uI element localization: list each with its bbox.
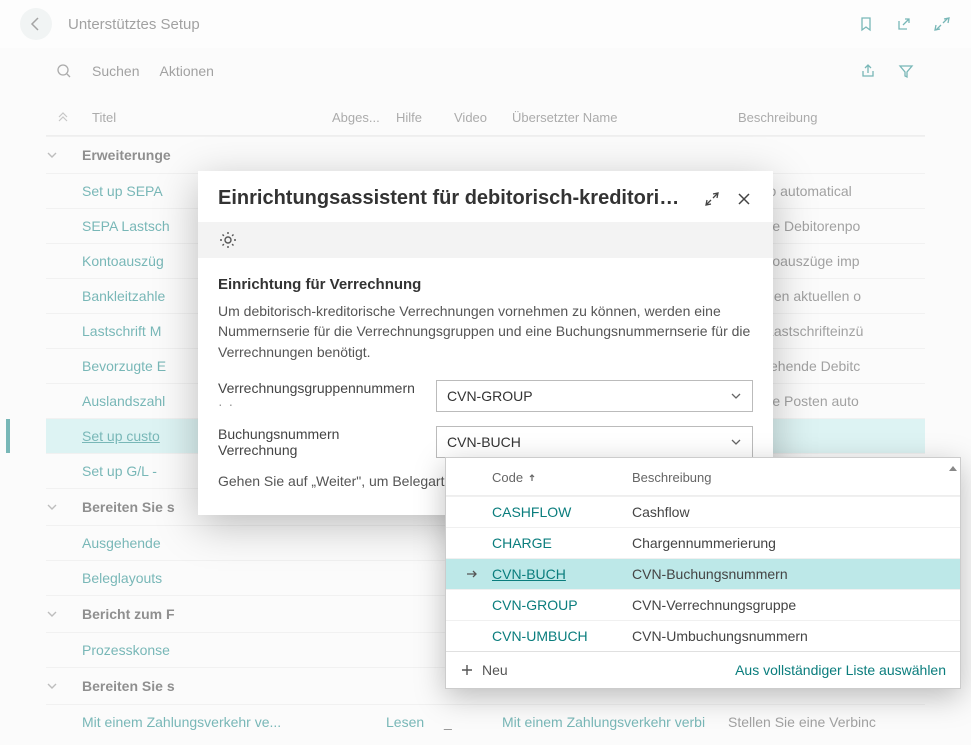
- modal-title: Einrichtungsassistent für debitorisch-kr…: [218, 187, 689, 210]
- col-title[interactable]: Titel: [92, 110, 332, 125]
- group-numbers-select[interactable]: CVN-GROUP: [436, 380, 753, 412]
- option-code: CASHFLOW: [492, 504, 632, 520]
- new-button[interactable]: Neu: [460, 662, 508, 678]
- plus-icon: [460, 663, 474, 677]
- section-description: Um debitorisch-kreditorische Verrechnung…: [218, 301, 753, 362]
- row-title-link[interactable]: Beleglayouts: [82, 570, 322, 586]
- option-code: CVN-UMBUCH: [492, 628, 632, 644]
- expand-icon[interactable]: [933, 15, 951, 33]
- row-title-link[interactable]: Prozesskonse: [82, 642, 322, 658]
- popout-icon[interactable]: [895, 15, 913, 33]
- dropdown-option[interactable]: CVN-BUCHCVN-Buchungsnummern: [446, 558, 960, 589]
- dropdown-col-desc[interactable]: Beschreibung: [632, 470, 946, 485]
- group-row[interactable]: Erweiterunge: [46, 136, 925, 173]
- option-desc: CVN-Umbuchungsnummern: [632, 628, 808, 644]
- share-icon[interactable]: [859, 62, 877, 80]
- number-series-dropdown: Code Beschreibung CASHFLOWCashflowCHARGE…: [445, 457, 961, 689]
- col-description[interactable]: Beschreibung: [738, 110, 915, 125]
- option-desc: Chargennummerierung: [632, 535, 776, 551]
- posting-numbers-value: CVN-BUCH: [447, 434, 521, 450]
- col-help[interactable]: Hilfe: [396, 110, 454, 125]
- close-icon[interactable]: [735, 190, 753, 208]
- search-label[interactable]: Suchen: [92, 63, 139, 79]
- toolbar: Suchen Aktionen: [0, 48, 971, 94]
- sort-asc-icon: [527, 473, 537, 483]
- posting-numbers-select[interactable]: CVN-BUCH: [436, 426, 753, 458]
- dropdown-option[interactable]: CVN-GROUPCVN-Verrechnungsgruppe: [446, 589, 960, 620]
- chevron-down-icon: [730, 390, 742, 402]
- option-desc: CVN-Verrechnungsgruppe: [632, 597, 796, 613]
- option-code: CVN-BUCH: [492, 566, 632, 582]
- row-title-link[interactable]: Ausgehende: [82, 535, 322, 551]
- col-translated[interactable]: Übersetzter Name: [512, 110, 738, 125]
- gear-icon[interactable]: [218, 230, 753, 250]
- row-title-link[interactable]: Mit einem Zahlungsverkehr ve...: [82, 714, 322, 730]
- field-group-numbers-label: Verrechnungsgruppennummern · ·: [218, 380, 418, 412]
- modal-expand-icon[interactable]: [703, 190, 721, 208]
- dropdown-option[interactable]: CHARGEChargennummerierung: [446, 527, 960, 558]
- col-video[interactable]: Video: [454, 110, 512, 125]
- dropdown-option[interactable]: CASHFLOWCashflow: [446, 496, 960, 527]
- table-row[interactable]: Mit einem Zahlungsverkehr ve...Lesen_Mit…: [46, 704, 925, 739]
- option-desc: Cashflow: [632, 504, 690, 520]
- field-posting-numbers-label: Buchungsnummern Verrechnung: [218, 426, 418, 458]
- section-title: Einrichtung für Verrechnung: [218, 276, 753, 293]
- option-desc: CVN-Buchungsnummern: [632, 566, 788, 582]
- option-code: CVN-GROUP: [492, 597, 632, 613]
- option-code: CHARGE: [492, 535, 632, 551]
- search-icon[interactable]: [56, 63, 72, 79]
- table-header: Titel Abges... Hilfe Video Übersetzter N…: [46, 94, 925, 136]
- select-from-full-list-link[interactable]: Aus vollständiger Liste auswählen: [735, 662, 946, 678]
- collapse-all-icon[interactable]: [56, 110, 92, 125]
- scrollbar[interactable]: [948, 466, 958, 640]
- back-button[interactable]: [20, 8, 52, 40]
- bookmark-icon[interactable]: [857, 15, 875, 33]
- page-title: Unterstütztes Setup: [68, 16, 200, 33]
- filter-icon[interactable]: [897, 62, 915, 80]
- dropdown-col-code[interactable]: Code: [492, 470, 632, 485]
- top-bar: Unterstütztes Setup: [0, 0, 971, 48]
- dropdown-option[interactable]: CVN-UMBUCHCVN-Umbuchungsnummern: [446, 620, 960, 651]
- chevron-down-icon: [730, 436, 742, 448]
- col-completed[interactable]: Abges...: [332, 110, 396, 125]
- group-numbers-value: CVN-GROUP: [447, 388, 533, 404]
- actions-menu[interactable]: Aktionen: [159, 63, 213, 79]
- arrow-left-icon: [28, 16, 44, 32]
